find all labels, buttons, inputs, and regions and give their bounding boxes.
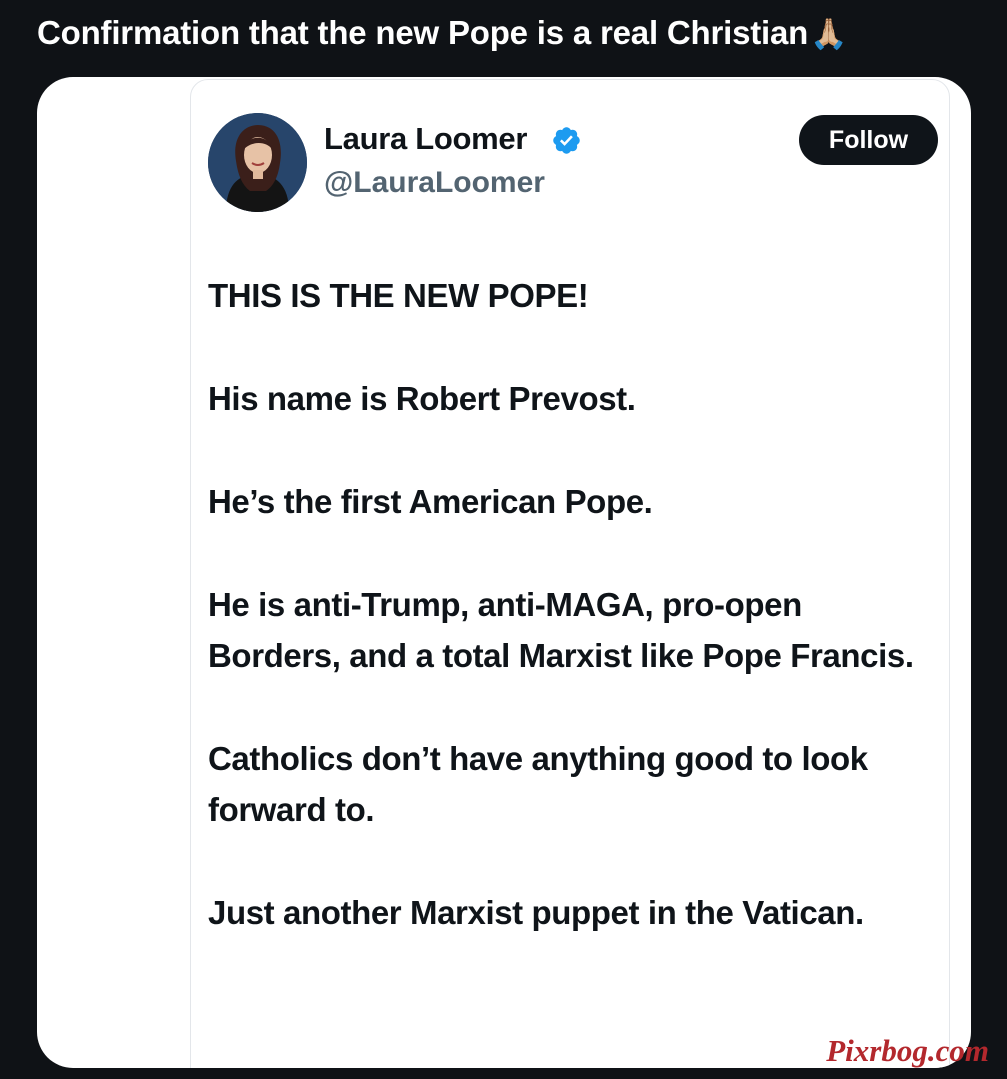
tweet-paragraph: Catholics don’t have anything good to lo…: [208, 740, 868, 828]
watermark: Pixrbog.com: [826, 1033, 989, 1068]
praying-hands-emoji: 🙏🏼: [810, 18, 848, 51]
avatar[interactable]: [208, 113, 307, 212]
tweet-paragraph: THIS IS THE NEW POPE!: [208, 277, 589, 314]
tweet-paragraph: Just another Marxist puppet in the Vatic…: [208, 894, 864, 931]
tweet-paragraph: His name is Robert Prevost.: [208, 380, 636, 417]
caption-text: Confirmation that the new Pope is a real…: [37, 14, 809, 51]
author-handle[interactable]: @LauraLoomer: [324, 166, 545, 200]
media-image-card[interactable]: Laura Loomer @LauraLoomer Follow THIS IS…: [37, 77, 971, 1068]
verified-badge-icon: [551, 125, 582, 156]
author-name[interactable]: Laura Loomer: [324, 121, 527, 157]
tweet-text: THIS IS THE NEW POPE! His name is Robert…: [208, 270, 938, 990]
follow-button[interactable]: Follow: [799, 115, 938, 165]
tweet-paragraph: He is anti-Trump, anti-MAGA, pro-open Bo…: [208, 586, 914, 674]
post-caption: Confirmation that the new Pope is a real…: [37, 14, 847, 52]
tweet-paragraph: He’s the first American Pope.: [208, 483, 653, 520]
